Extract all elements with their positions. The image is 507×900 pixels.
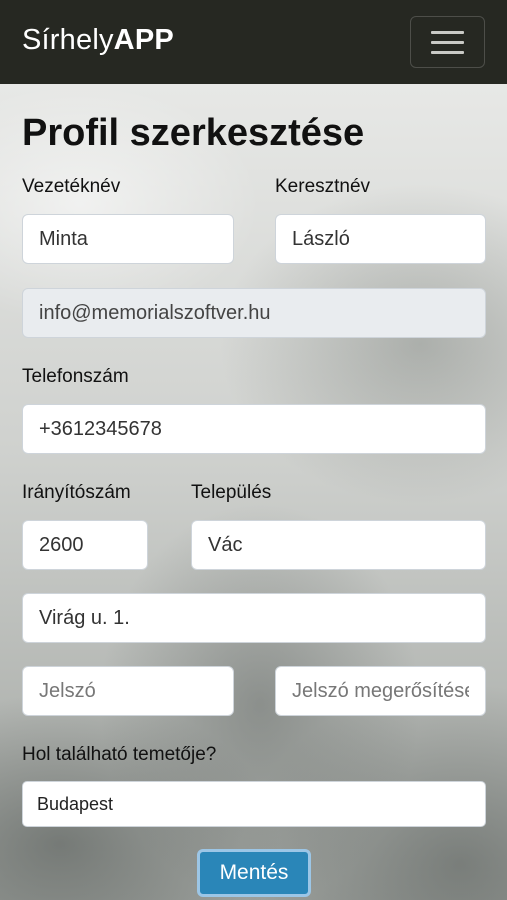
zip-input[interactable] [22, 520, 148, 570]
brand-suffix: APP [113, 24, 174, 56]
brand-prefix: Sírhely [22, 24, 114, 56]
last-name-input[interactable] [22, 214, 234, 264]
phone-label: Telefonszám [22, 366, 129, 387]
first-name-input[interactable] [275, 214, 486, 264]
save-button[interactable]: Mentés [197, 849, 311, 897]
password-input[interactable] [22, 666, 234, 716]
menu-bar [431, 41, 464, 44]
brand-logo[interactable]: SírhelyAPP [22, 24, 174, 57]
cemetery-select[interactable]: Budapest [22, 781, 486, 827]
city-input[interactable] [191, 520, 486, 570]
zip-label: Irányítószám [22, 482, 131, 503]
menu-bar [431, 51, 464, 54]
city-label: Település [191, 482, 272, 503]
cemetery-label: Hol található temetője? [22, 744, 217, 765]
password-confirm-input[interactable] [275, 666, 486, 716]
address-input[interactable] [22, 593, 486, 643]
first-name-label: Keresztnév [275, 176, 371, 197]
last-name-label: Vezetéknév [22, 176, 121, 197]
email-field[interactable] [22, 288, 486, 338]
menu-bar [431, 31, 464, 34]
cemetery-selected-value: Budapest [37, 793, 114, 814]
page-title: Profil szerkesztése [22, 112, 365, 154]
phone-input[interactable] [22, 404, 486, 454]
hamburger-menu-icon[interactable] [410, 16, 485, 68]
navbar: SírhelyAPP [0, 0, 507, 84]
